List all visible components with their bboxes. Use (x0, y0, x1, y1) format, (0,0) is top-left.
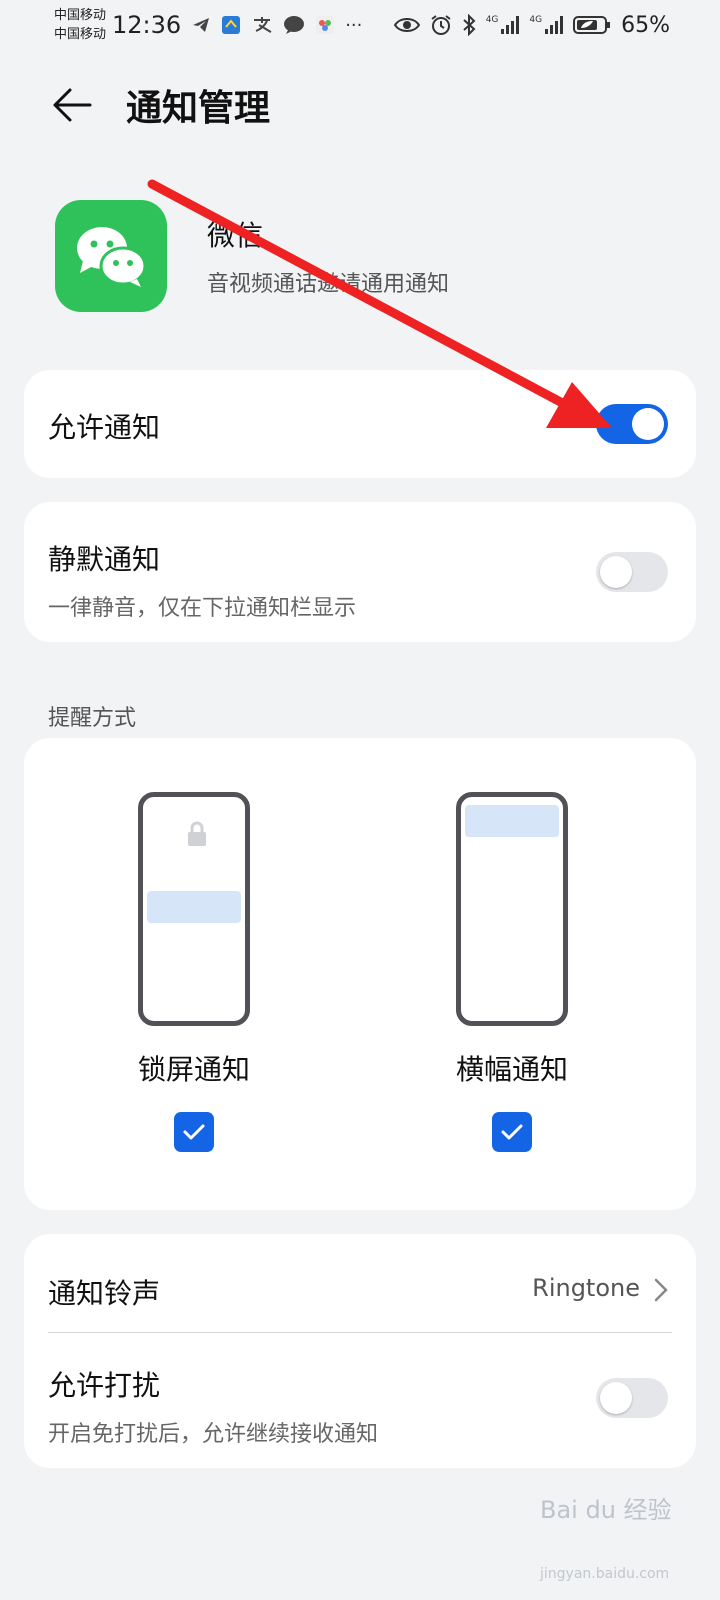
more-indicator: ··· (345, 14, 363, 36)
chevron-right-icon (654, 1278, 668, 1302)
silent-notifications-toggle[interactable] (596, 552, 668, 592)
signal-icon-2: 4G (529, 15, 564, 34)
app-name: 微信 (207, 218, 264, 252)
reminder-section-label: 提醒方式 (48, 706, 137, 731)
allow-notifications-label: 允许通知 (48, 411, 161, 444)
battery-percent: 65% (621, 12, 670, 38)
allow-notifications-card: 允许通知 (24, 370, 696, 478)
ringtone-label: 通知铃声 (48, 1277, 161, 1310)
carrier-2: 中国移动 (54, 27, 107, 42)
network-type-2: 4G (529, 15, 543, 25)
dnd-label: 允许打扰 (48, 1369, 161, 1402)
check-icon (183, 1124, 205, 1140)
watermark-logo: Bai du 经验 (540, 1496, 672, 1524)
signal-icon: 4G (486, 16, 520, 34)
banner-label: 横幅通知 (455, 1053, 568, 1086)
divider (48, 1332, 672, 1333)
wechat-icon (55, 199, 167, 312)
status-bar: 中国移动 中国移动 12:36 ··· 4G 4G 65% (0, 0, 720, 50)
banner-notification-preview (465, 805, 559, 837)
reminder-card: 锁屏通知 横幅通知 (24, 738, 696, 1210)
lockscreen-label: 锁屏通知 (137, 1053, 250, 1086)
ringtone-value: Ringtone (532, 1274, 640, 1302)
alarm-icon (431, 15, 451, 35)
app-icon (222, 16, 241, 34)
lock-icon (188, 821, 206, 846)
message-icon (284, 16, 305, 34)
allow-notifications-toggle[interactable] (596, 404, 668, 444)
dnd-description: 开启免打扰后，允许继续接收通知 (48, 1422, 379, 1447)
status-icons-left: ··· (191, 15, 362, 36)
eye-icon (393, 18, 420, 32)
silent-notifications-label: 静默通知 (48, 543, 161, 576)
network-type-1: 4G (485, 15, 499, 25)
lockscreen-notification-preview (147, 891, 241, 923)
lockscreen-preview[interactable] (138, 792, 250, 1026)
sound-settings-card: 通知铃声 Ringtone 允许打扰 开启免打扰后，允许继续接收通知 (24, 1234, 696, 1468)
app-store-icon (316, 16, 335, 34)
app-subtitle: 音视频通话邀请通用通知 (207, 271, 450, 297)
battery-icon (573, 16, 611, 34)
banner-preview[interactable] (456, 792, 568, 1026)
silent-notifications-card: 静默通知 一律静音，仅在下拉通知栏显示 (24, 502, 696, 642)
status-icons-right: 4G 4G 65% (393, 12, 670, 38)
back-arrow-icon (53, 88, 92, 122)
banner-checkbox[interactable] (492, 1112, 532, 1152)
zhifubao-icon (254, 17, 272, 33)
ringtone-row[interactable]: 通知铃声 Ringtone (24, 1234, 696, 1332)
telegram-icon (193, 18, 210, 32)
header: 通知管理 (0, 70, 720, 140)
carrier-info: 中国移动 中国移动 (54, 6, 106, 44)
dnd-toggle[interactable] (596, 1378, 668, 1418)
page-title: 通知管理 (126, 88, 271, 129)
lockscreen-checkbox[interactable] (174, 1112, 214, 1152)
check-icon (501, 1124, 523, 1140)
back-button[interactable] (42, 75, 102, 135)
app-info: 微信 音视频通话邀请通用通知 (55, 198, 675, 313)
carrier-1: 中国移动 (54, 8, 107, 23)
watermark-url: jingyan.baidu.com (540, 1566, 670, 1582)
clock: 12:36 (112, 11, 182, 39)
bluetooth-icon (463, 14, 476, 36)
silent-notifications-description: 一律静音，仅在下拉通知栏显示 (48, 596, 357, 621)
